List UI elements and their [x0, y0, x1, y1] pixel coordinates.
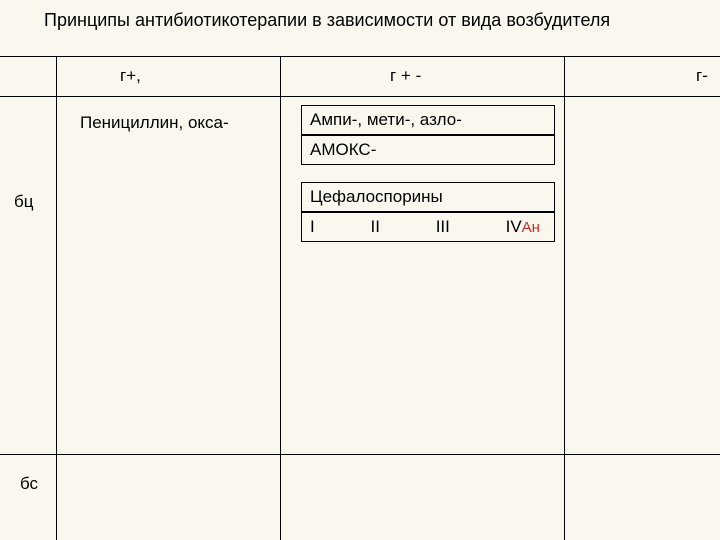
box-cefalo: Цефалоспорины: [301, 182, 555, 212]
cell-penicillin: Пенициллин, окса-: [80, 113, 229, 133]
rule-line: [564, 56, 565, 540]
roman-2: II: [370, 217, 379, 237]
box-romans: I II III IVАн: [301, 212, 555, 242]
rule-line: [56, 56, 57, 540]
row-label-bs: бс: [20, 474, 38, 494]
page-title: Принципы антибиотикотерапии в зависимост…: [44, 10, 610, 31]
col-header-left: г+,: [120, 66, 141, 86]
roman-4: IVАн: [506, 217, 540, 237]
box-amoks: АМОКС-: [301, 135, 555, 165]
roman-3: III: [436, 217, 450, 237]
rule-line: [0, 454, 720, 455]
rule-line: [0, 96, 720, 97]
rule-line: [0, 56, 720, 57]
col-header-right: г-: [696, 66, 708, 86]
box-ampi: Ампи-, мети-, азло-: [301, 105, 555, 135]
row-label-bc: бц: [14, 192, 33, 212]
rule-line: [280, 56, 281, 540]
col-header-mid: г + -: [390, 66, 421, 86]
roman-1: I: [310, 217, 315, 237]
